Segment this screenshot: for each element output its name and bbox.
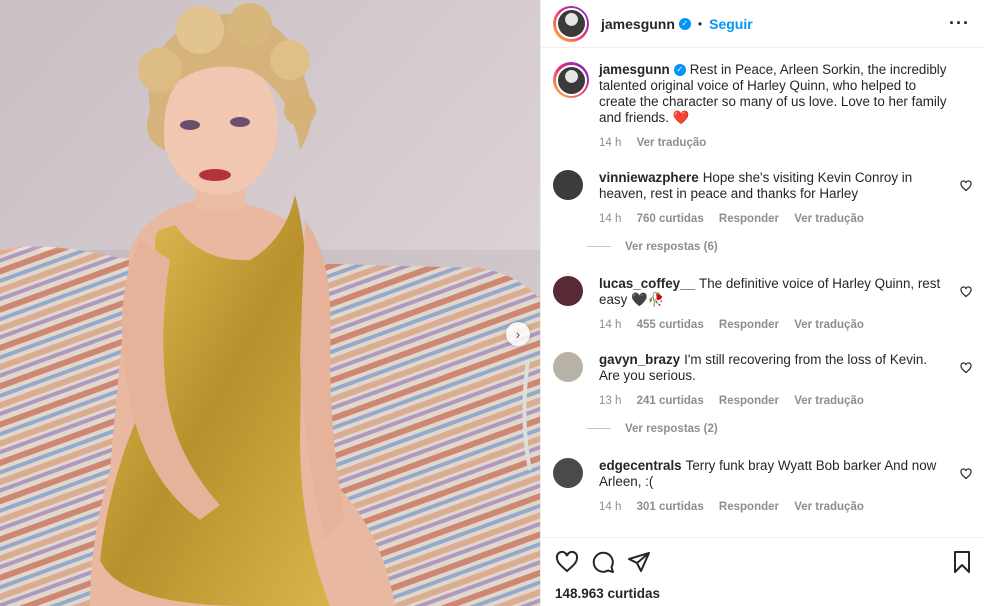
author-avatar[interactable]	[553, 5, 589, 42]
view-replies-label: Ver respostas (6)	[625, 241, 718, 253]
next-image-button[interactable]: ›	[506, 322, 530, 346]
caption-username[interactable]: jamesgunn	[599, 62, 670, 77]
replies-divider	[587, 246, 611, 248]
comment-time: 14 h	[599, 319, 622, 331]
replies-divider	[587, 428, 611, 430]
heart-icon[interactable]	[555, 550, 579, 574]
comment-likes[interactable]: 760 curtidas	[637, 213, 704, 225]
post-header: jamesgunn ✓ • Seguir ···	[541, 0, 984, 48]
share-icon[interactable]	[627, 550, 651, 574]
comment-time: 14 h	[599, 213, 622, 225]
comment-item: lucas_coffey__ The definitive voice of Ha…	[553, 276, 972, 336]
comment-time: 13 h	[599, 395, 622, 407]
comment-username[interactable]: vinniewazphere	[599, 170, 699, 185]
comment-item: gavyn_brazy I'm still recovering from the…	[553, 352, 972, 412]
comment-time: 14 h	[599, 501, 622, 513]
more-options-icon[interactable]: ···	[949, 13, 970, 34]
likes-count[interactable]: 148.963 curtidas	[555, 586, 660, 601]
follow-button[interactable]: Seguir	[709, 16, 753, 32]
comment-like-heart-icon[interactable]	[960, 180, 972, 192]
reply-button[interactable]: Responder	[719, 319, 779, 331]
verified-badge-icon: ✓	[678, 17, 691, 30]
post-side-panel: jamesgunn ✓ • Seguir ··· jamesgunn ✓ Rest …	[540, 0, 984, 606]
photo-illustration	[0, 0, 540, 606]
comment-icon[interactable]	[591, 550, 615, 574]
reply-button[interactable]: Responder	[719, 213, 779, 225]
translate-link[interactable]: Ver tradução	[794, 501, 864, 513]
caption: jamesgunn ✓ Rest in Peace, Arleen Sorkin, …	[553, 62, 972, 152]
comment-username[interactable]: lucas_coffey__	[599, 276, 695, 291]
comments-list[interactable]: jamesgunn ✓ Rest in Peace, Arleen Sorkin, …	[541, 50, 984, 536]
comment-likes[interactable]: 301 curtidas	[637, 501, 704, 513]
reply-button[interactable]: Responder	[719, 395, 779, 407]
translate-link[interactable]: Ver tradução	[794, 213, 864, 225]
caption-translate-link[interactable]: Ver tradução	[637, 137, 707, 149]
chevron-right-icon: ›	[515, 326, 521, 342]
commenter-avatar[interactable]	[553, 276, 583, 306]
caption-time: 14 h	[599, 137, 622, 149]
commenter-avatar[interactable]	[553, 352, 583, 382]
comment-username[interactable]: edgecentrals	[599, 458, 682, 473]
comment-like-heart-icon[interactable]	[960, 468, 972, 480]
view-replies-button[interactable]: Ver respostas (6)	[587, 241, 718, 253]
verified-badge-icon: ✓	[673, 64, 686, 77]
author-username[interactable]: jamesgunn	[601, 16, 675, 32]
caption-avatar[interactable]	[553, 62, 589, 98]
comment-item: edgecentrals Terry funk bray Wyatt Bob ba…	[553, 458, 972, 518]
view-replies-label: Ver respostas (2)	[625, 423, 718, 435]
comment-like-heart-icon[interactable]	[960, 286, 972, 298]
post-actions-bar: 148.963 curtidas	[541, 537, 984, 606]
commenter-avatar[interactable]	[553, 458, 583, 488]
comment-likes[interactable]: 455 curtidas	[637, 319, 704, 331]
comment-like-heart-icon[interactable]	[960, 362, 972, 374]
comment-username[interactable]: gavyn_brazy	[599, 352, 680, 367]
comment-likes[interactable]: 241 curtidas	[637, 395, 704, 407]
post-photo[interactable]: ›	[0, 0, 540, 606]
bookmark-icon[interactable]	[950, 550, 974, 574]
translate-link[interactable]: Ver tradução	[794, 395, 864, 407]
commenter-avatar[interactable]	[553, 170, 583, 200]
instagram-post: › jamesgunn ✓ • Seguir ··· jamesgunn ✓ Res…	[0, 0, 984, 606]
translate-link[interactable]: Ver tradução	[794, 319, 864, 331]
comment-item: vinniewazphere Hope she's visiting Kevin …	[553, 170, 972, 230]
view-replies-button[interactable]: Ver respostas (2)	[587, 423, 718, 435]
reply-button[interactable]: Responder	[719, 501, 779, 513]
header-separator: •	[697, 16, 703, 31]
